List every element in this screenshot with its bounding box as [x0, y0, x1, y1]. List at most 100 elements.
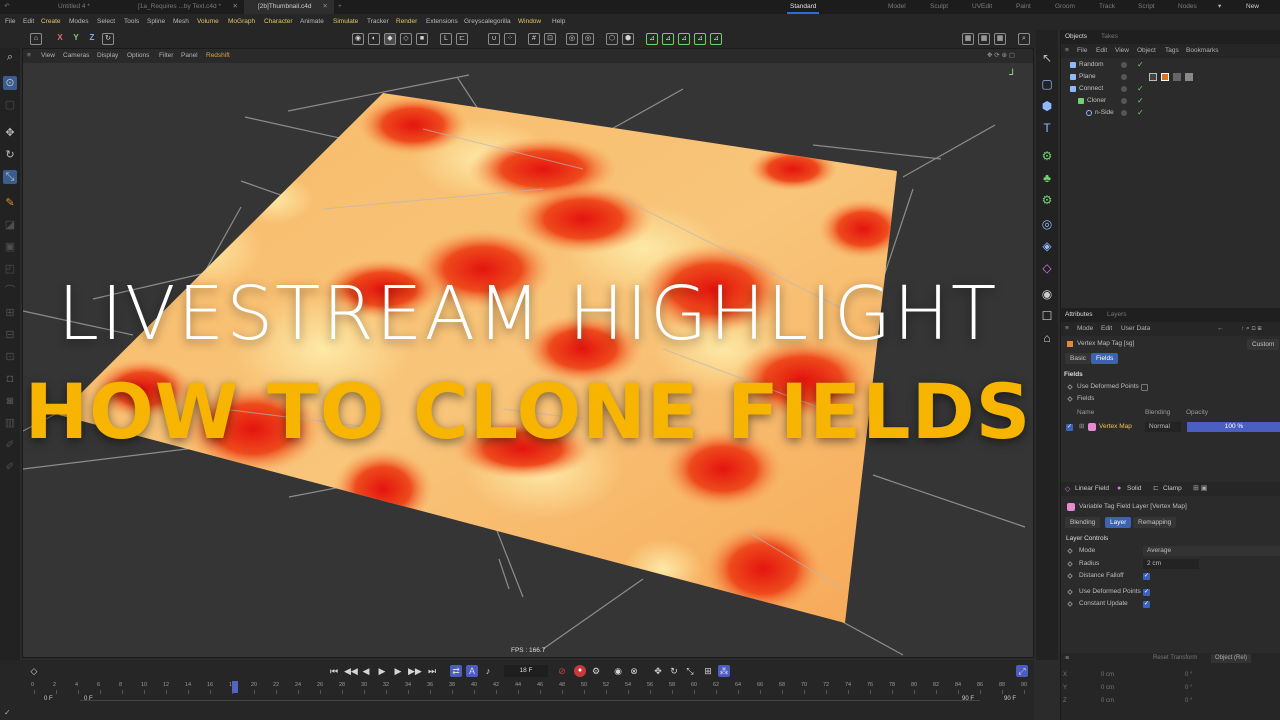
record-settings-icon[interactable]: ⚙ — [590, 665, 602, 677]
menu-mograph[interactable]: MoGraph — [228, 14, 255, 30]
effector-icon[interactable]: ⚙ — [1039, 192, 1055, 208]
subtab-fields[interactable]: Fields — [1091, 353, 1119, 364]
goto-end-icon[interactable]: ⏭ — [426, 665, 438, 677]
search-commands-icon[interactable]: ⌕ — [1018, 33, 1030, 45]
object-menu-icon[interactable]: ≡ — [1065, 44, 1069, 58]
keyframe-icon[interactable] — [1067, 561, 1073, 567]
nav-icons[interactable]: ↑ ⌕ ⊡ ⊞ — [1241, 322, 1262, 336]
model-mode-icon[interactable]: ◉ — [352, 33, 364, 45]
close-icon[interactable]: ✕ — [233, 0, 238, 14]
next-frame-icon[interactable]: ▶ — [392, 665, 404, 677]
knife-icon[interactable]: ◪ — [3, 218, 17, 232]
rotate-icon[interactable]: ↻ — [3, 148, 17, 162]
visibility-dot[interactable] — [1121, 98, 1127, 104]
axis-y-lock[interactable]: Y — [70, 33, 82, 45]
object-row-random[interactable]: Random ✓ — [1061, 59, 1280, 71]
keyframe-selection-icon[interactable]: ◉ — [612, 665, 624, 677]
attr-menu-edit[interactable]: Edit — [1101, 322, 1112, 336]
layout-track[interactable]: Track — [1099, 0, 1115, 14]
param-key-icon[interactable]: ⊞ — [702, 665, 714, 677]
tab-requires[interactable]: [1a_Requires ...by Text.c4d * ✕ — [124, 0, 244, 14]
position-key-icon[interactable]: ✥ — [652, 665, 664, 677]
back-icon[interactable]: ↶ — [0, 0, 14, 14]
field-layer-row[interactable]: ✓ ⊞ Vertex Map Normal 100 % — [1061, 421, 1280, 433]
menu-file[interactable]: File — [5, 14, 15, 30]
coord-menu-icon[interactable]: ≡ — [1065, 655, 1069, 662]
menu-help[interactable]: Help — [552, 14, 565, 30]
keyframe-icon[interactable] — [1067, 548, 1073, 554]
scale-icon[interactable]: ⤡ — [3, 170, 17, 184]
menu-volume[interactable]: Volume — [197, 14, 219, 30]
enabled-check-icon[interactable]: ✓ — [1137, 107, 1159, 119]
tag-icon[interactable] — [1173, 73, 1181, 81]
playhead[interactable] — [232, 681, 238, 693]
keyframe-icon[interactable] — [1067, 573, 1073, 579]
radius-input[interactable]: 2 cm — [1143, 559, 1199, 569]
menu-tracker[interactable]: Tracker — [367, 14, 389, 30]
coord-pos[interactable]: 0 cm — [1101, 682, 1114, 694]
menu-render[interactable]: Render — [396, 14, 417, 30]
use-deformed-checkbox[interactable] — [1141, 384, 1148, 391]
prev-frame-icon[interactable]: ◀ — [360, 665, 372, 677]
keyframe-icon[interactable] — [1067, 589, 1073, 595]
opacity-slider[interactable]: 100 % — [1187, 422, 1280, 432]
layer-blending[interactable]: Normal — [1145, 422, 1181, 432]
tag-icon[interactable] — [1185, 73, 1193, 81]
tab-layers[interactable]: Layers — [1107, 308, 1127, 322]
bevel-icon[interactable]: ◰ — [3, 262, 17, 276]
object-menu-tags[interactable]: Tags — [1165, 44, 1179, 58]
layout-paint[interactable]: Paint — [1016, 0, 1031, 14]
object-menu-view[interactable]: View — [1115, 44, 1129, 58]
use-deformed-checkbox-2[interactable]: ✓ — [1143, 589, 1150, 596]
edges-mode-icon[interactable]: ◇ — [400, 33, 412, 45]
spline-sketch-icon[interactable]: ⊿ — [678, 33, 690, 45]
object-menu-bookmarks[interactable]: Bookmarks — [1186, 44, 1219, 58]
keyframe-mode-icon[interactable]: ⊗ — [628, 665, 640, 677]
linear-field-icon[interactable]: ◇ — [1065, 485, 1070, 493]
rotation-key-icon[interactable]: ↻ — [668, 665, 680, 677]
camera-icon[interactable]: ◉ — [1039, 286, 1055, 302]
back-arrow-icon[interactable]: ← — [1217, 322, 1224, 336]
reset-transform-button[interactable]: Reset Transform — [1153, 655, 1197, 661]
brush-icon[interactable]: ✎ — [3, 196, 17, 210]
menu-extensions[interactable]: Extensions — [426, 14, 458, 30]
solid-button[interactable]: Solid — [1127, 482, 1141, 496]
spline-tool-icon[interactable]: ⊿ — [662, 33, 674, 45]
keyframe-icon[interactable] — [1067, 601, 1073, 607]
layout-nodes[interactable]: Nodes — [1178, 0, 1197, 14]
null-object-icon[interactable]: ▢ — [1039, 76, 1055, 92]
render-queue-icon[interactable]: ⬢ — [622, 33, 634, 45]
move-icon[interactable]: ✥ — [3, 126, 17, 140]
subtab-blending[interactable]: Blending — [1065, 517, 1101, 528]
magnet-tool-icon[interactable]: ◘ — [3, 372, 17, 386]
coord-pos[interactable]: 0 cm — [1101, 669, 1114, 681]
menu-animate[interactable]: Animate — [300, 14, 324, 30]
attr-menu-userdata[interactable]: User Data — [1121, 322, 1150, 336]
coord-rot[interactable]: 0 ° — [1185, 682, 1192, 694]
attr-menu-mode[interactable]: Mode — [1077, 322, 1093, 336]
expand-icon[interactable]: ⊞ — [1079, 421, 1084, 433]
coordinate-system-icon[interactable]: ↻ — [102, 33, 114, 45]
slide-icon[interactable]: ⊡ — [3, 350, 17, 364]
subtab-basic[interactable]: Basic — [1065, 353, 1091, 364]
subtab-layer[interactable]: Layer — [1105, 517, 1132, 528]
current-frame-field[interactable]: 18 F — [504, 665, 548, 677]
redshift-ipr-icon[interactable]: ▦ — [962, 33, 974, 45]
magnet-icon[interactable]: ∪ — [488, 33, 500, 45]
solid-icon[interactable]: ● — [1117, 482, 1121, 496]
stamp-icon[interactable]: ✐ — [3, 460, 17, 474]
grid-snap-icon[interactable]: # — [528, 33, 540, 45]
object-row-connect[interactable]: Connect ✓ — [1061, 83, 1280, 95]
clamp-button[interactable]: Clamp — [1163, 482, 1182, 496]
snap-icon[interactable]: ⊏ — [456, 33, 468, 45]
visibility-dot[interactable] — [1121, 74, 1127, 80]
enabled-check-icon[interactable]: ✓ — [1137, 59, 1159, 71]
pla-key-icon[interactable]: ⁂ — [718, 665, 730, 677]
range-bar[interactable] — [80, 700, 980, 701]
layout-groom[interactable]: Groom — [1055, 0, 1075, 14]
record-icon[interactable]: ● — [574, 665, 586, 677]
layout-script[interactable]: Script — [1138, 0, 1155, 14]
preview-range-icon[interactable]: A — [466, 665, 478, 677]
tab-thumbnail[interactable]: [2b]Thumbnail.c4d ✕ — [244, 0, 334, 14]
cloner-icon[interactable]: ⚙ — [1039, 148, 1055, 164]
